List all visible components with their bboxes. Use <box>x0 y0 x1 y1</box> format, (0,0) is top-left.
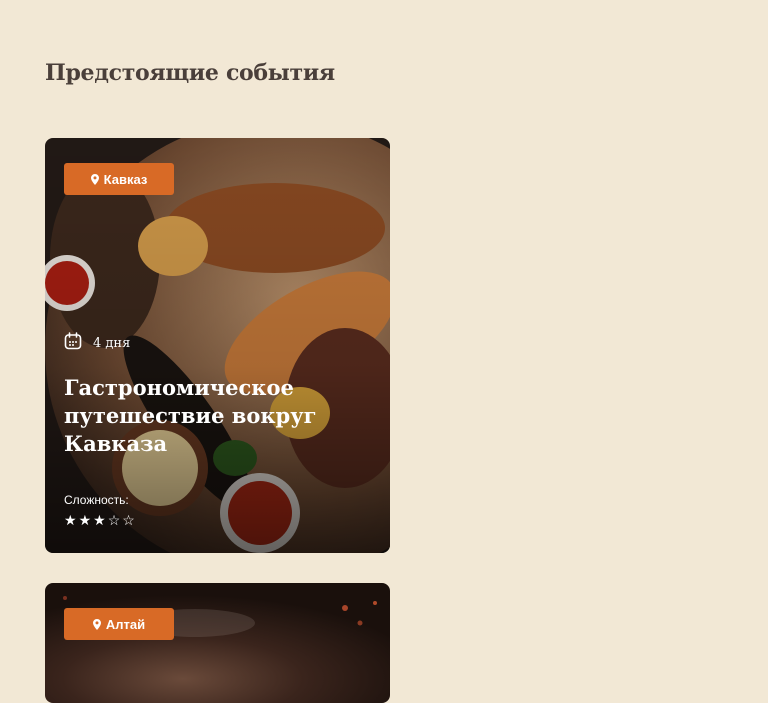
event-image <box>45 583 390 703</box>
event-card-altai[interactable]: Алтай <box>45 583 390 703</box>
location-label: Алтай <box>105 616 146 632</box>
event-duration: 4 дня <box>64 332 130 354</box>
location-label: Кавказ <box>103 171 148 187</box>
event-title: Гастрономическое путешествие вокруг Кавк… <box>64 375 317 456</box>
difficulty-label: Сложность: <box>64 493 129 507</box>
star-icon: ☆ <box>107 512 121 528</box>
difficulty-rating: ★ ★ ★ ☆ ☆ <box>64 512 135 528</box>
star-icon: ★ <box>64 512 77 528</box>
location-badge[interactable]: Алтай <box>64 608 174 640</box>
section-title: Предстоящие события <box>45 60 335 86</box>
star-icon: ★ <box>78 512 92 528</box>
star-icon: ★ <box>93 512 106 528</box>
map-pin-icon <box>92 618 101 630</box>
location-badge[interactable]: Кавказ <box>64 163 174 195</box>
event-card-caucasus[interactable]: Кавказ 4 дня Гастрономическое путешестви… <box>45 138 390 553</box>
map-pin-icon <box>90 173 99 185</box>
calendar-icon <box>64 332 82 354</box>
duration-text: 4 дня <box>93 335 131 351</box>
star-icon: ☆ <box>122 512 135 528</box>
